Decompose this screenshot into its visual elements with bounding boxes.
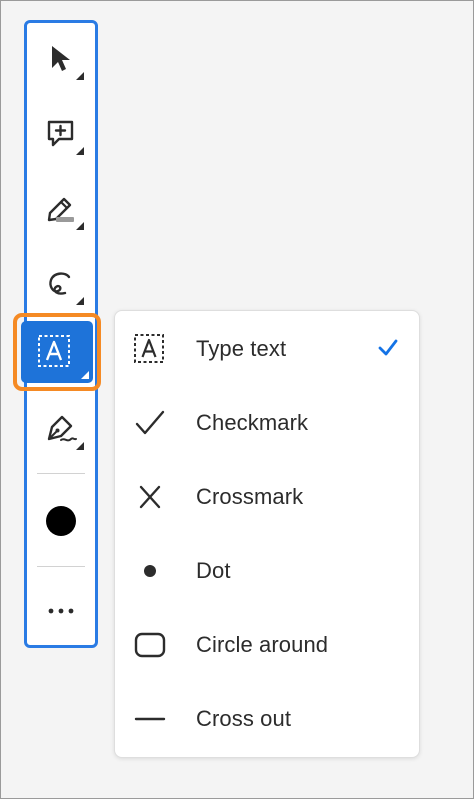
menu-item-dot[interactable]: Dot: [115, 534, 419, 608]
submenu-indicator-icon: [76, 442, 84, 450]
menu-item-checkmark[interactable]: Checkmark: [115, 386, 419, 460]
menu-item-label: Dot: [196, 558, 231, 583]
color-picker-button[interactable]: [35, 495, 87, 547]
toolbar-divider: [37, 566, 85, 567]
cross-out-icon: [133, 702, 167, 736]
crossmark-icon: [133, 480, 167, 514]
text-tool-menu: Type text Checkmark Crossmark Dot Circle…: [114, 310, 420, 758]
circle-around-icon: [133, 628, 167, 662]
submenu-indicator-icon: [76, 72, 84, 80]
submenu-indicator-icon: [76, 147, 84, 155]
submenu-indicator-icon: [76, 222, 84, 230]
add-text-tool-button[interactable]: [13, 313, 101, 391]
color-swatch: [45, 505, 77, 537]
comment-tool-button[interactable]: [35, 108, 87, 160]
text-field-icon: [37, 334, 73, 375]
active-tool-background: [21, 321, 93, 383]
menu-item-type-text[interactable]: Type text: [115, 312, 419, 386]
more-icon: [47, 607, 75, 615]
menu-item-label: Checkmark: [196, 410, 309, 435]
menu-item-crossmark[interactable]: Crossmark: [115, 460, 419, 534]
menu-item-label: Circle around: [196, 632, 329, 657]
select-tool-button[interactable]: [35, 33, 87, 85]
highlighter-pen-icon: [44, 193, 78, 225]
menu-item-label: Crossmark: [196, 484, 304, 509]
menu-item-label: Cross out: [196, 706, 292, 731]
menu-item-cross-out[interactable]: Cross out: [115, 682, 419, 756]
draw-tool-button[interactable]: [35, 258, 87, 310]
freeform-draw-icon: [45, 268, 77, 300]
menu-item-label: Type text: [196, 336, 287, 361]
submenu-indicator-icon: [81, 371, 89, 379]
cursor-arrow-icon: [48, 44, 74, 74]
add-comment-icon: [45, 118, 77, 150]
type-text-icon: [133, 332, 167, 366]
checkmark-icon: [133, 406, 167, 440]
submenu-indicator-icon: [76, 297, 84, 305]
more-tools-button[interactable]: [35, 585, 87, 637]
selected-check-icon: [377, 338, 399, 363]
toolbar-divider: [37, 473, 85, 474]
dot-icon: [133, 554, 167, 588]
highlight-tool-button[interactable]: [35, 183, 87, 235]
menu-item-circle-around[interactable]: Circle around: [115, 608, 419, 682]
fill-sign-tool-button[interactable]: [35, 403, 87, 455]
fill-sign-pen-icon: [44, 413, 78, 445]
